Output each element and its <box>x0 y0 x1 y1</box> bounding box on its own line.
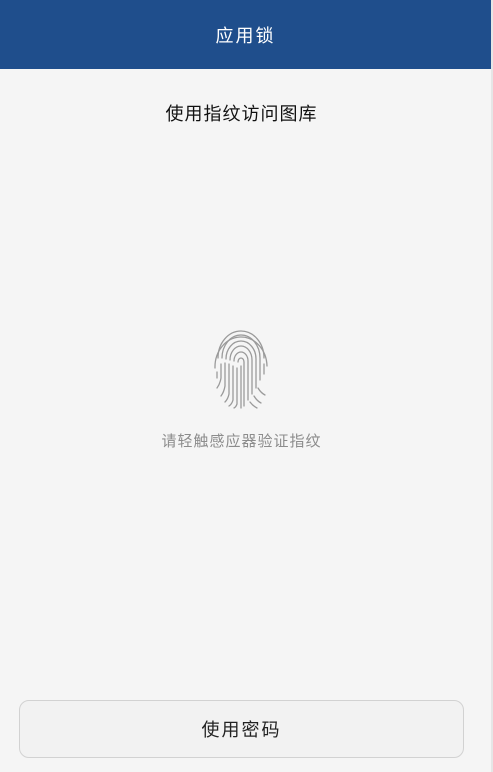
page-title: 应用锁 <box>215 25 276 47</box>
app-lock-screen: 应用锁 使用指纹访问图库 请轻触感应器验证指纹 使用密码 <box>0 0 493 772</box>
sensor-hint: 请轻触感应器验证指纹 <box>161 432 322 450</box>
use-password-label: 使用密码 <box>201 720 282 741</box>
use-password-button[interactable]: 使用密码 <box>19 700 464 758</box>
fingerprint-icon <box>214 330 268 409</box>
title-bar: 应用锁 <box>0 0 491 69</box>
unlock-heading: 使用指纹访问图库 <box>165 104 318 125</box>
